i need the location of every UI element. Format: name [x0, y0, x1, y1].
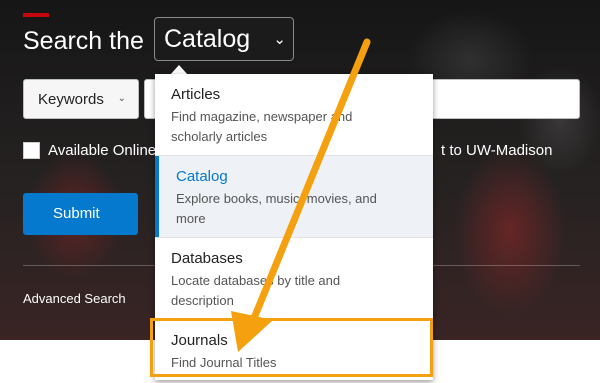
dropdown-option-articles[interactable]: Articles Find magazine, newspaper and sc… — [155, 74, 433, 155]
available-online-label: Available Online — [48, 142, 157, 159]
chevron-down-icon: ⌄ — [117, 93, 126, 104]
option-description: Locate databases by title and descriptio… — [171, 273, 341, 308]
search-type-value: Catalog — [164, 25, 251, 53]
search-field-select[interactable]: Keywords ⌄ — [23, 79, 139, 119]
search-heading: Search the — [23, 27, 144, 55]
available-online-label-tail: t to UW-Madison — [441, 142, 553, 159]
chevron-down-icon: ⌄ — [273, 31, 286, 48]
option-title: Databases — [171, 250, 243, 267]
option-title: Articles — [171, 86, 221, 103]
dropdown-option-catalog[interactable]: Catalog Explore books, music, movies, an… — [155, 156, 433, 237]
available-online-checkbox[interactable] — [23, 142, 40, 159]
accent-bar — [23, 13, 49, 17]
advanced-search-link[interactable]: Advanced Search — [23, 291, 126, 306]
option-title: Catalog — [176, 168, 228, 185]
annotation-highlight-box — [150, 318, 433, 377]
search-type-select[interactable]: Catalog ⌄ — [154, 17, 294, 61]
search-field-value: Keywords — [38, 91, 104, 108]
option-description: Explore books, music, movies, and more — [176, 191, 377, 226]
submit-button[interactable]: Submit — [23, 193, 138, 235]
option-description: Find magazine, newspaper and scholarly a… — [171, 109, 353, 144]
dropdown-option-databases[interactable]: Databases Locate databases by title and … — [155, 238, 433, 319]
submit-label: Submit — [53, 205, 100, 222]
